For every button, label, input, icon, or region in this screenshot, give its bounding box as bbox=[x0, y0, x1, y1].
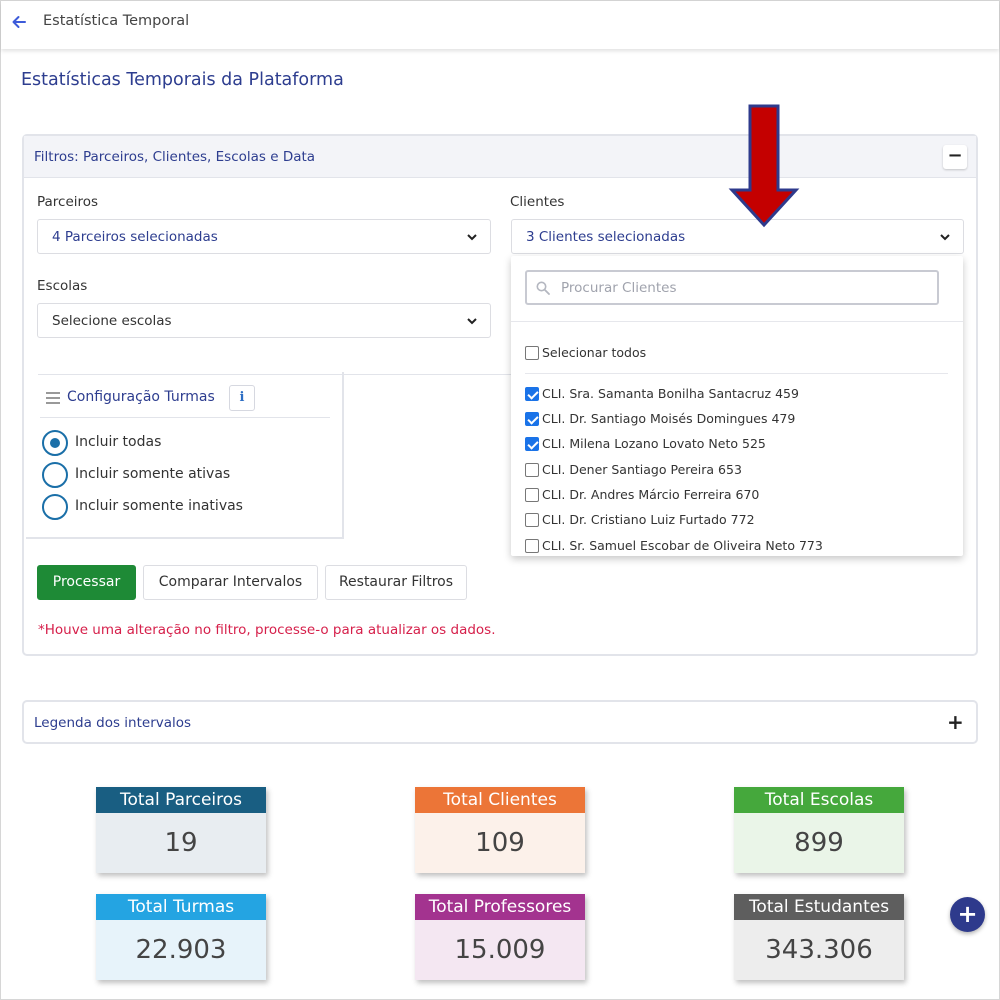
config-turmas-box: Configuração Turmas i Incluir todas Incl… bbox=[26, 372, 344, 539]
stat-card-label: Total Turmas bbox=[96, 894, 266, 920]
partners-select-value: 4 Parceiros selecionadas bbox=[52, 229, 218, 245]
search-placeholder: Procurar Clientes bbox=[561, 280, 677, 296]
schools-select[interactable]: Selecione escolas bbox=[37, 303, 491, 338]
stat-card-label: Total Clientes bbox=[415, 787, 585, 813]
stat-card-classes: Total Turmas 22.903 bbox=[96, 894, 266, 980]
client-option-label: CLI. Dener Santiago Pereira 653 bbox=[542, 462, 742, 477]
stat-card-students: Total Estudantes 343.306 bbox=[734, 894, 904, 980]
stat-card-value: 22.903 bbox=[96, 920, 266, 980]
clients-search-input[interactable]: Procurar Clientes bbox=[525, 270, 939, 305]
schools-select-value: Selecione escolas bbox=[52, 313, 172, 329]
stat-card-value: 899 bbox=[734, 813, 904, 873]
partners-select[interactable]: 4 Parceiros selecionadas bbox=[37, 219, 491, 254]
red-arrow-down-icon bbox=[728, 104, 800, 228]
stat-card-schools: Total Escolas 899 bbox=[734, 787, 904, 873]
stat-card-label: Total Escolas bbox=[734, 787, 904, 813]
stat-card-label: Total Estudantes bbox=[734, 894, 904, 920]
stat-card-teachers: Total Professores 15.009 bbox=[415, 894, 585, 980]
config-turmas-title: Configuração Turmas bbox=[67, 389, 215, 405]
page-title: Estatísticas Temporais da Plataforma bbox=[21, 70, 344, 90]
radio-label: Incluir somente ativas bbox=[75, 466, 231, 482]
select-all-label: Selecionar todos bbox=[542, 345, 647, 360]
config-divider bbox=[40, 417, 330, 418]
filters-panel-title: Filtros: Parceiros, Clientes, Escolas e … bbox=[34, 149, 316, 165]
back-arrow-icon[interactable] bbox=[10, 13, 28, 31]
clients-dropdown: Procurar Clientes Selecionar todos CLI. … bbox=[511, 256, 963, 556]
floating-add-button[interactable]: + bbox=[950, 897, 985, 932]
checkbox[interactable] bbox=[525, 346, 539, 360]
schools-label: Escolas bbox=[37, 278, 88, 294]
checkbox[interactable] bbox=[525, 437, 539, 451]
client-option-label: CLI. Dr. Cristiano Luiz Furtado 772 bbox=[542, 512, 755, 527]
stat-card-partners: Total Parceiros 19 bbox=[96, 787, 266, 873]
header-title: Estatística Temporal bbox=[43, 13, 190, 29]
checkbox[interactable] bbox=[525, 539, 539, 553]
client-option-label: CLI. Sra. Samanta Bonilha Santacruz 459 bbox=[542, 386, 799, 401]
radio-button[interactable] bbox=[42, 430, 68, 456]
clients-select-value: 3 Clientes selecionadas bbox=[526, 229, 686, 245]
top-bar: Estatística Temporal bbox=[1, 1, 999, 49]
checkbox[interactable] bbox=[525, 463, 539, 477]
client-option-label: CLI. Dr. Santiago Moisés Domingues 479 bbox=[542, 411, 796, 426]
filter-changed-alert: *Houve uma alteração no filtro, processe… bbox=[38, 622, 496, 638]
clients-label: Clientes bbox=[510, 194, 565, 210]
radio-label: Incluir todas bbox=[75, 434, 162, 450]
checkbox[interactable] bbox=[525, 412, 539, 426]
search-icon bbox=[536, 281, 550, 295]
dropdown-divider bbox=[525, 373, 948, 374]
stat-card-value: 343.306 bbox=[734, 920, 904, 980]
chevron-down-icon bbox=[467, 234, 477, 241]
stat-card-label: Total Professores bbox=[415, 894, 585, 920]
legend-title: Legenda dos intervalos bbox=[34, 715, 192, 731]
radio-button[interactable] bbox=[42, 462, 68, 488]
menu-lines-icon bbox=[46, 392, 60, 404]
client-option-label: CLI. Dr. Andres Márcio Ferreira 670 bbox=[542, 487, 760, 502]
filters-panel-header[interactable]: Filtros: Parceiros, Clientes, Escolas e … bbox=[24, 136, 976, 178]
stat-card-label: Total Parceiros bbox=[96, 787, 266, 813]
stat-card-value: 15.009 bbox=[415, 920, 585, 980]
client-option-label: CLI. Sr. Samuel Escobar de Oliveira Neto… bbox=[542, 538, 823, 553]
reset-filters-button[interactable]: Restaurar Filtros bbox=[325, 565, 467, 600]
stat-card-clients: Total Clientes 109 bbox=[415, 787, 585, 873]
checkbox[interactable] bbox=[525, 488, 539, 502]
chevron-down-icon bbox=[940, 234, 950, 241]
client-option-label: CLI. Milena Lozano Lovato Neto 525 bbox=[542, 436, 766, 451]
partners-label: Parceiros bbox=[37, 194, 99, 210]
radio-button[interactable] bbox=[42, 494, 68, 520]
compare-intervals-button[interactable]: Comparar Intervalos bbox=[143, 565, 318, 600]
info-button[interactable]: i bbox=[229, 385, 255, 411]
expand-icon[interactable]: + bbox=[947, 710, 964, 734]
chevron-down-icon bbox=[467, 318, 477, 325]
radio-label: Incluir somente inativas bbox=[75, 498, 243, 514]
dropdown-divider bbox=[511, 321, 963, 322]
process-button[interactable]: Processar bbox=[37, 565, 136, 600]
checkbox[interactable] bbox=[525, 513, 539, 527]
legend-panel[interactable]: Legenda dos intervalos + bbox=[22, 700, 978, 744]
stat-card-value: 109 bbox=[415, 813, 585, 873]
checkbox[interactable] bbox=[525, 387, 539, 401]
stat-card-value: 19 bbox=[96, 813, 266, 873]
collapse-button[interactable]: − bbox=[943, 145, 967, 169]
